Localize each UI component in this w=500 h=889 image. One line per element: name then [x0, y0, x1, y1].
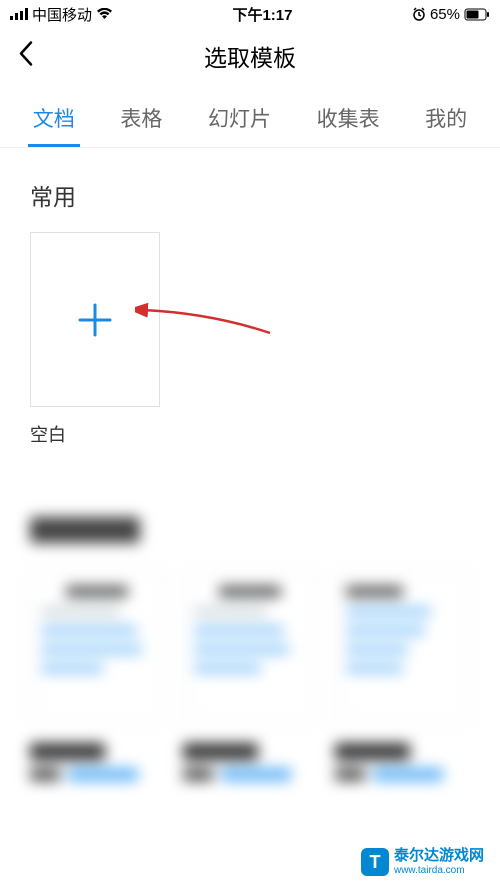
blurred-card: [30, 571, 165, 723]
battery-icon: [464, 8, 490, 21]
watermark-brand: 泰尔达游戏网: [394, 848, 484, 865]
wifi-icon: [96, 8, 113, 20]
tab-document[interactable]: 文档: [28, 95, 80, 147]
template-blank-card[interactable]: [30, 232, 160, 407]
tab-spreadsheet[interactable]: 表格: [115, 95, 167, 147]
alarm-icon: [412, 7, 426, 21]
plus-icon: [78, 303, 112, 337]
template-blank-label: 空白: [30, 421, 470, 447]
chevron-left-icon: [18, 40, 33, 66]
status-left: 中国移动: [10, 4, 113, 25]
blurred-card: [183, 571, 318, 723]
content-area: 常用 空白: [0, 148, 500, 781]
carrier-label: 中国移动: [32, 4, 92, 25]
watermark: T 泰尔达游戏网 www.tairda.com: [355, 845, 490, 879]
watermark-icon: T: [361, 848, 389, 876]
back-button[interactable]: [18, 40, 33, 71]
tab-form[interactable]: 收集表: [312, 95, 385, 147]
page-title: 选取模板: [204, 39, 296, 73]
status-bar: 中国移动 下午1:17 65%: [0, 0, 500, 28]
battery-label: 65%: [430, 6, 460, 23]
blurred-recommend-section: [30, 517, 470, 781]
section-frequent-title: 常用: [30, 178, 470, 212]
nav-header: 选取模板: [0, 28, 500, 83]
blurred-card: [335, 571, 470, 723]
tab-mine[interactable]: 我的: [420, 95, 472, 147]
status-time: 下午1:17: [232, 4, 292, 25]
tabs-bar: 文档 表格 幻灯片 收集表 我的: [0, 83, 500, 148]
signal-icon: [10, 8, 28, 20]
tab-slides[interactable]: 幻灯片: [203, 95, 276, 147]
status-right: 65%: [412, 6, 490, 23]
watermark-url: www.tairda.com: [394, 865, 484, 876]
